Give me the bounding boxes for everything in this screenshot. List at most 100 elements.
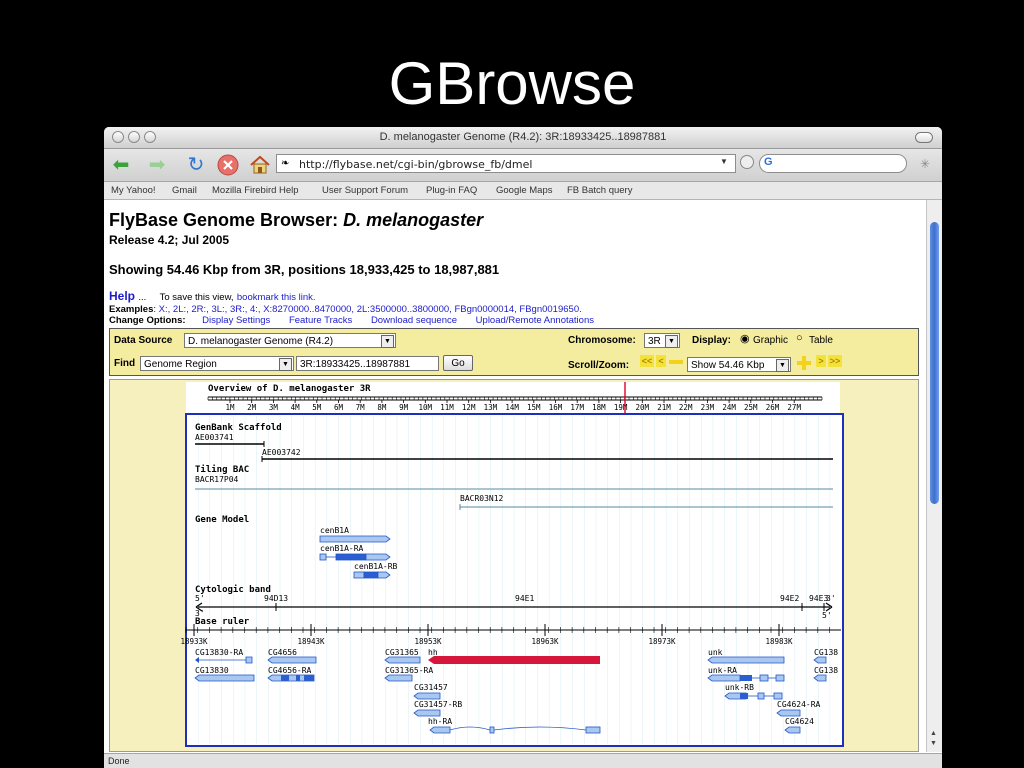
gene-exon[interactable]: [365, 553, 391, 561]
go-button[interactable]: Go: [443, 355, 473, 371]
cyto-label-94e2: 94E2: [780, 594, 799, 603]
gene-exon[interactable]: [489, 726, 495, 734]
data-source-select[interactable]: D. melanogaster Genome (R4.2) ▼: [184, 333, 396, 348]
overview-tick-label: 8M: [377, 403, 387, 412]
bookmark-fb-batch[interactable]: FB Batch query: [567, 182, 632, 199]
search-input[interactable]: G: [759, 154, 907, 173]
gene-feature-cg13830[interactable]: [194, 674, 255, 682]
bookmarks-bar: My Yahoo! Gmail Mozilla Firebird Help Us…: [104, 182, 942, 200]
download-sequence-link[interactable]: Download sequence: [371, 315, 457, 326]
overview-tick-label: 6M: [334, 403, 344, 412]
scroll-up-icon[interactable]: ▲: [930, 730, 937, 737]
gene-exon[interactable]: [335, 553, 367, 561]
scroll-far-left-icon[interactable]: <<: [640, 355, 654, 367]
title-bar: D. melanogaster Genome (R4.2): 3R:189334…: [104, 127, 942, 149]
gene-feature-cg31365-ra[interactable]: [384, 674, 413, 682]
gene-feature-unk-ra[interactable]: [707, 674, 741, 682]
find-type-select[interactable]: Genome Region ▼: [140, 356, 294, 371]
change-options-line: Change Options: Display Settings Feature…: [109, 315, 594, 326]
gene-exon[interactable]: [740, 675, 752, 681]
overview-tick-label: 10M: [419, 403, 433, 412]
chromosome-select[interactable]: 3R ▼: [644, 333, 680, 348]
gene-feature-cg4624-ra[interactable]: [776, 709, 801, 717]
chromosome-value: 3R: [648, 336, 661, 347]
bookmark-link[interactable]: bookmark this link.: [237, 292, 316, 303]
gene-exon[interactable]: [773, 692, 783, 700]
gene-label-cg31457: CG31457: [414, 683, 448, 692]
overview-tick-label: 27M: [787, 403, 801, 412]
bookmark-user-support[interactable]: User Support Forum: [322, 182, 408, 199]
stop-icon[interactable]: [216, 154, 240, 176]
toolbar-toggle-button[interactable]: [915, 132, 933, 143]
gene-label-cg138-b: CG138: [814, 666, 838, 675]
genbank-label-ae003741: AE003741: [195, 433, 234, 442]
gene-feature-hh[interactable]: [428, 656, 600, 664]
region-input[interactable]: 3R:18933425..18987881: [296, 356, 439, 371]
gene-exon[interactable]: [281, 675, 289, 681]
gene-exon[interactable]: [585, 726, 601, 734]
scroll-left-icon[interactable]: <: [656, 355, 666, 367]
cyto-label-3prime-top: 3': [826, 594, 836, 603]
go-icon[interactable]: [740, 155, 754, 169]
gene-exon[interactable]: [759, 674, 769, 682]
scroll-zoom-label: Scroll/Zoom:: [568, 360, 630, 371]
bookmark-plugin-faq[interactable]: Plug-in FAQ: [426, 182, 477, 199]
cyto-label-94d13: 94D13: [264, 594, 288, 603]
tiling-label-bacr03n12: BACR03N12: [460, 494, 504, 503]
gene-exon[interactable]: [319, 553, 327, 561]
back-icon[interactable]: ⬅: [108, 154, 134, 176]
reload-icon[interactable]: ↻: [184, 154, 208, 176]
page-content: FlyBase Genome Browser: D. melanogaster …: [104, 200, 926, 752]
gene-feature-cg31457-rb[interactable]: [413, 709, 441, 717]
display-graphic-radio[interactable]: ◉: [740, 332, 750, 345]
feature-tracks-link[interactable]: Feature Tracks: [289, 315, 352, 326]
overview-tick-label: 13M: [484, 403, 498, 412]
scrollbar-thumb[interactable]: [930, 222, 939, 504]
find-type-value: Genome Region: [144, 359, 217, 370]
chevron-down-icon: ▼: [381, 335, 394, 348]
display-table-radio[interactable]: ○: [796, 332, 803, 344]
url-dropdown-icon[interactable]: ▼: [720, 157, 728, 166]
vertical-scrollbar[interactable]: ▲ ▼: [926, 200, 942, 752]
zoom-out-icon[interactable]: [669, 360, 683, 364]
gene-exon[interactable]: [353, 571, 365, 579]
upload-annotations-link[interactable]: Upload/Remote Annotations: [476, 315, 594, 326]
gene-exon[interactable]: [740, 693, 748, 699]
bookmark-gmail[interactable]: Gmail: [172, 182, 197, 199]
home-icon[interactable]: [248, 154, 272, 176]
zoom-in-icon[interactable]: [796, 355, 812, 371]
help-link[interactable]: Help: [109, 289, 135, 303]
gene-label-hh: hh: [428, 648, 438, 657]
gene-feature-cg31365[interactable]: [384, 656, 421, 664]
examples-links[interactable]: X:, 2L:, 2R:, 3L:, 3R:, 4:, X:8270000..8…: [159, 304, 582, 315]
ruler-tick-label: 18973K: [648, 637, 676, 646]
gene-feature-unk[interactable]: [707, 656, 785, 664]
gene-exon[interactable]: [757, 692, 765, 700]
overview-tick-label: 23M: [701, 403, 715, 412]
gene-exon[interactable]: [304, 675, 314, 681]
gene-exon[interactable]: [775, 674, 785, 682]
bookmark-my-yahoo[interactable]: My Yahoo!: [111, 182, 156, 199]
zoom-select[interactable]: Show 54.46 Kbp ▼: [687, 357, 791, 372]
gene-exon[interactable]: [429, 726, 451, 734]
url-input[interactable]: http://flybase.net/cgi-bin/gbrowse_fb/dm…: [276, 154, 736, 173]
track-panel: Overview of D. melanogaster 3R 1M 2M 3M 4M 5…: [109, 379, 919, 752]
scroll-far-right-icon[interactable]: >>: [828, 355, 842, 367]
scroll-down-icon[interactable]: ▼: [930, 740, 937, 747]
gene-label-unk: unk: [708, 648, 723, 657]
navigation-toolbar: ⬅ ➡ ↻ http://flybase.net/cgi-bin/gbrowse…: [104, 149, 942, 182]
bookmark-google-maps[interactable]: Google Maps: [496, 182, 553, 199]
gene-feature-cenb1a[interactable]: [319, 535, 391, 543]
forward-icon[interactable]: ➡: [144, 154, 170, 176]
gene-exon[interactable]: [296, 675, 300, 681]
overview-tick-label: 14M: [505, 403, 519, 412]
gene-feature-cg4656[interactable]: [267, 656, 317, 664]
bookmark-firebird-help[interactable]: Mozilla Firebird Help: [212, 182, 299, 199]
gene-feature-cg4624[interactable]: [784, 726, 801, 734]
ruler-tick-label: 18983K: [765, 637, 793, 646]
gene-feature-cg31457[interactable]: [413, 692, 441, 700]
gene-exon[interactable]: [363, 571, 379, 579]
data-source-value: D. melanogaster Genome (R4.2): [188, 336, 334, 347]
scroll-right-icon[interactable]: >: [816, 355, 826, 367]
display-settings-link[interactable]: Display Settings: [202, 315, 270, 326]
